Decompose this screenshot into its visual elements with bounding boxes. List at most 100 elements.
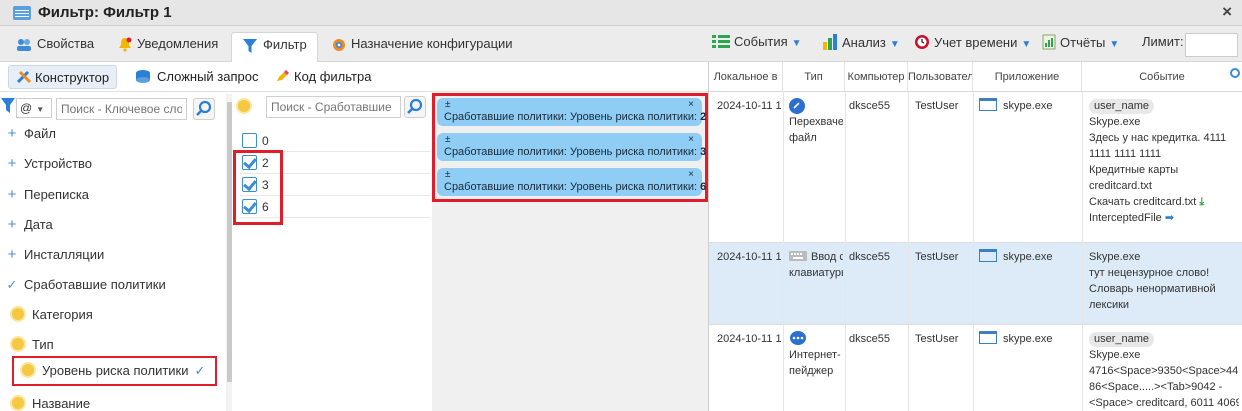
settings-icon[interactable] <box>1229 67 1241 79</box>
tree-item-type[interactable]: Тип <box>0 331 220 359</box>
condition-text: Сработавшие политики: Уровень риска поли… <box>444 111 706 123</box>
subtab-label: Сложный запрос <box>157 69 259 84</box>
cell-event: Skype.exe тут нецензурное слово! Словарь… <box>1089 249 1239 313</box>
intercepted-file-link[interactable]: InterceptedFile ➡ <box>1089 210 1239 226</box>
expand-icon: + <box>7 155 17 172</box>
tab-properties[interactable]: Свойства <box>6 32 104 62</box>
column-divider <box>783 92 784 411</box>
event-line: Словарь ненормативной <box>1089 283 1216 295</box>
tab-label: Свойства <box>37 36 95 51</box>
download-link[interactable]: Скачать creditcard.txt ⤓ <box>1089 194 1239 210</box>
download-link-label: Скачать creditcard.txt <box>1089 196 1197 208</box>
tree-item-correspondence[interactable]: + Переписка <box>0 181 220 209</box>
tree-item-label: Категория <box>32 307 93 322</box>
field-search-input[interactable] <box>56 98 187 120</box>
gear-icon <box>333 38 345 51</box>
event-line: 86<Space.....><Tab>9042 - <box>1089 381 1223 393</box>
event-line: 4716<Space>9350<Space>44 <box>1089 365 1239 377</box>
table-row[interactable]: 2024-10-11 1 Интернет- пейджер dksce55 T… <box>709 325 1242 411</box>
toggle-sign-icon[interactable]: ± <box>445 135 451 145</box>
chevron-down-icon: ▼ <box>791 38 802 49</box>
filter-condition-chip[interactable]: ± × Сработавшие политики: Уровень риска … <box>437 168 706 196</box>
tree-item-installations[interactable]: + Инсталляции <box>0 241 220 269</box>
toggle-sign-icon[interactable]: ± <box>445 170 451 180</box>
reports-label: Отчёты <box>1060 35 1106 50</box>
event-line: user_name <box>1089 98 1239 114</box>
column-header-user[interactable]: Пользовател <box>908 62 973 92</box>
remove-icon[interactable]: × <box>688 135 694 145</box>
value-row-0[interactable]: 0 <box>240 130 430 152</box>
subtab-filter-code[interactable]: Код фильтра <box>268 65 378 89</box>
table-row[interactable]: 2024-10-11 1 Перехвачен файл dksce55 Tes… <box>709 92 1242 242</box>
expand-icon: + <box>7 125 17 142</box>
paperclip-icon <box>789 98 805 114</box>
analysis-menu[interactable]: Анализ ▼ <box>822 34 900 50</box>
subtab-constructor[interactable]: Конструктор <box>8 65 118 89</box>
filter-condition-chip[interactable]: ± × Сработавшие политики: Уровень риска … <box>437 98 706 126</box>
table-row[interactable]: 2024-10-11 1 Ввод с клавиатуры dksce55 T… <box>709 243 1242 324</box>
search-mode-select[interactable]: @ ▼ <box>16 98 52 118</box>
filter-condition-chip[interactable]: ± × Сработавшие политики: Уровень риска … <box>437 133 706 161</box>
close-button[interactable]: × <box>1222 2 1232 22</box>
collapse-icon: ✓ <box>6 277 18 292</box>
cell-type: Ввод с клавиатуры <box>789 249 843 281</box>
time-tracking-menu[interactable]: Учет времени ▼ <box>914 34 1031 50</box>
arrow-right-icon: ➡ <box>1164 212 1175 224</box>
tab-notifications[interactable]: Уведомления <box>108 32 228 62</box>
event-line: Skype.exe <box>1089 116 1141 128</box>
values-search-button[interactable] <box>404 96 426 118</box>
value-label: 0 <box>262 134 269 148</box>
column-header-event[interactable]: Событие <box>1082 62 1242 92</box>
value-checkbox[interactable] <box>242 133 257 148</box>
cell-type: Интернет- пейджер <box>789 331 843 379</box>
field-search-button[interactable] <box>193 98 215 120</box>
type-line: Интернет- <box>789 349 841 361</box>
cell-event: user_name Skype.exe 4716<Space>9350<Spac… <box>1089 331 1239 411</box>
tab-config-assignment[interactable]: Назначение конфигурации <box>322 32 523 62</box>
remove-icon[interactable]: × <box>688 100 694 110</box>
tree-item-date[interactable]: + Дата <box>0 211 220 239</box>
toggle-sign-icon[interactable]: ± <box>445 100 451 110</box>
search-icon <box>196 100 212 116</box>
column-header-computer[interactable]: Компьютер <box>845 62 908 92</box>
chevron-down-icon: ▼ <box>889 39 900 50</box>
limit-input[interactable] <box>1185 33 1238 57</box>
remove-icon[interactable]: × <box>688 170 694 180</box>
tree-item-category[interactable]: Категория <box>0 301 220 329</box>
tree-item-triggered-policies[interactable]: ✓ Сработавшие политики <box>0 271 220 299</box>
chevron-down-icon: ▼ <box>1109 39 1120 50</box>
lightbulb-icon <box>12 308 24 320</box>
tab-filter[interactable]: Фильтр <box>231 32 318 62</box>
keyboard-icon <box>789 251 807 261</box>
tree-item-policy-risk-level[interactable]: Уровень риска политики ✓ <box>12 356 217 386</box>
tree-item-label: Устройство <box>24 156 93 171</box>
column-header-application[interactable]: Приложение <box>973 62 1082 92</box>
events-label: События <box>734 34 788 49</box>
column-divider <box>973 92 974 411</box>
tab-label: Фильтр <box>263 37 307 52</box>
chevron-down-icon: ▼ <box>1021 39 1032 50</box>
tree-item-device[interactable]: + Устройство <box>0 150 220 178</box>
type-line: пейджер <box>789 365 834 377</box>
field-search-row: @ ▼ <box>0 94 225 120</box>
chevron-down-icon: ▼ <box>36 105 45 114</box>
subtab-complex-query[interactable]: Сложный запрос <box>128 65 266 89</box>
clock-icon <box>915 35 929 49</box>
report-icon <box>1042 34 1056 50</box>
values-search-input[interactable] <box>266 96 401 118</box>
reports-menu[interactable]: Отчёты ▼ <box>1042 34 1119 50</box>
download-icon: ⤓ <box>1199 196 1205 208</box>
expand-icon: + <box>7 246 17 263</box>
cell-event: user_name Skype.exe Здесь у нас кредитка… <box>1089 98 1239 226</box>
tree-item-file[interactable]: + Файл <box>0 120 220 148</box>
column-header-type[interactable]: Тип <box>783 62 845 92</box>
tab-label: Назначение конфигурации <box>351 36 513 51</box>
events-grid: Локальное в Тип Компьютер Пользовател Пр… <box>708 62 1242 411</box>
column-header-local-time[interactable]: Локальное в <box>709 62 783 92</box>
cell-user: TestUser <box>915 100 959 112</box>
condition-prefix: Сработавшие политики: Уровень риска поли… <box>444 111 698 123</box>
events-menu[interactable]: События ▼ <box>712 34 802 49</box>
window-icon <box>979 98 997 111</box>
tree-item-name[interactable]: Название <box>0 390 220 411</box>
tools-icon <box>16 70 32 84</box>
